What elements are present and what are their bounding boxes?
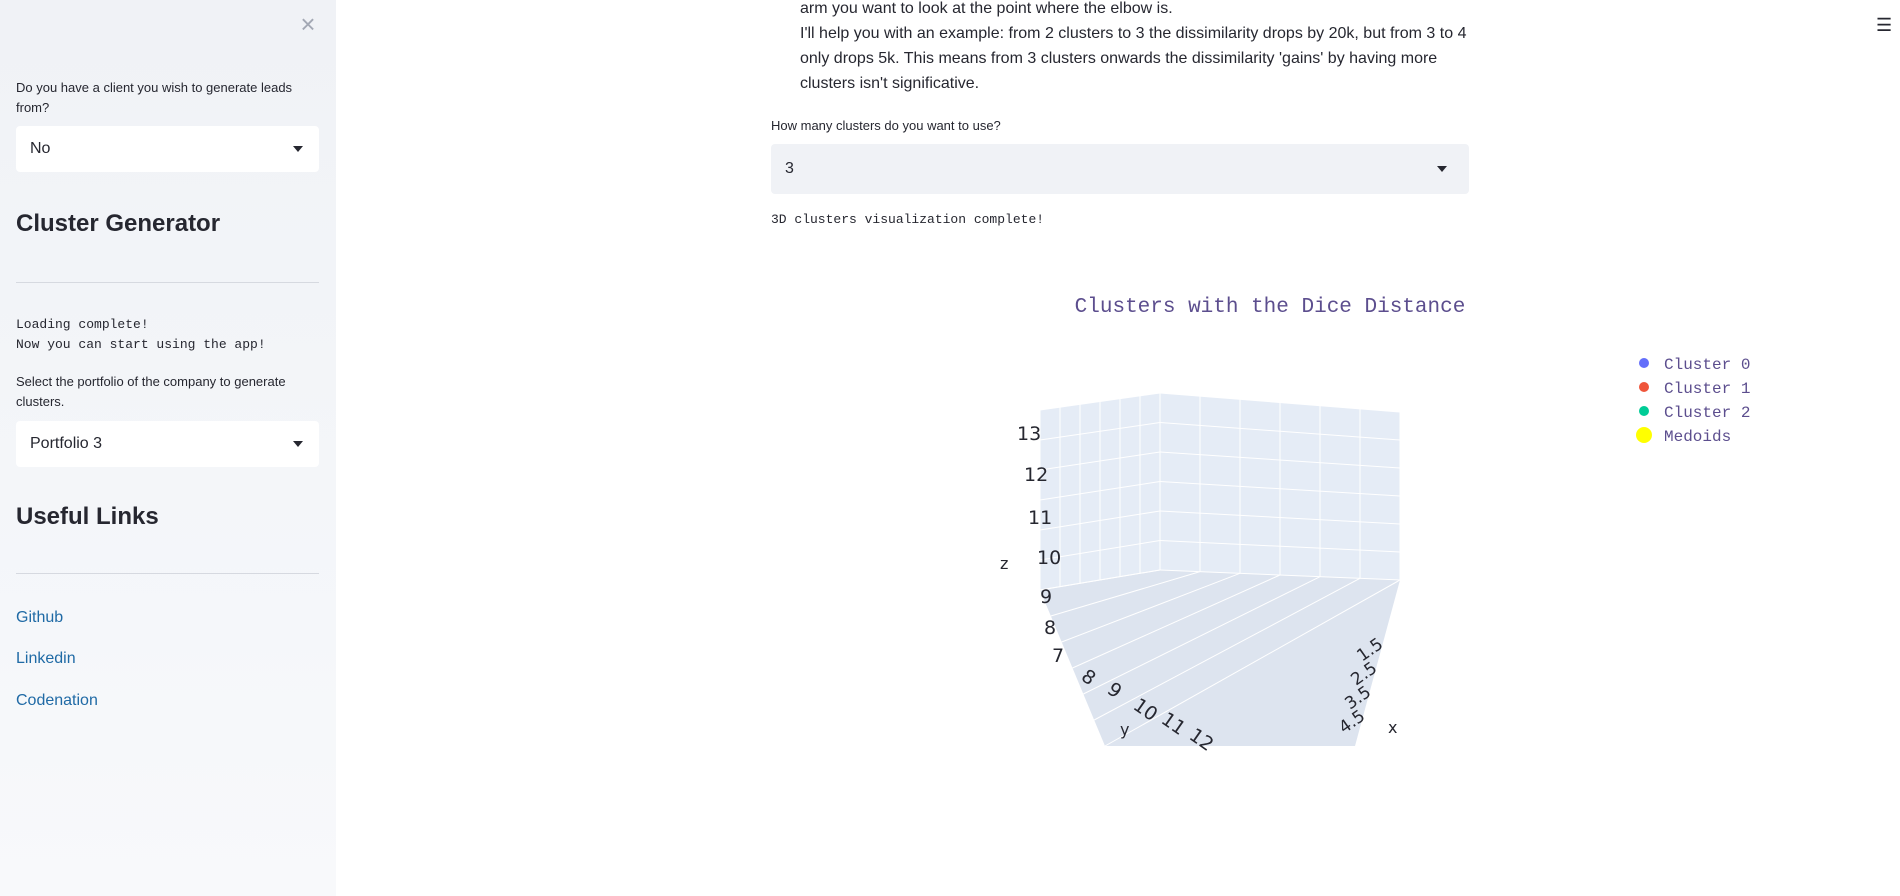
elbow-example-paragraph: I'll help you with an example: from 2 cl… [800,25,1467,92]
caret-down-icon [293,441,303,447]
client-question-label: Do you have a client you wish to generat… [16,80,293,115]
client-select-value: No [30,140,51,157]
elbow-text-line: arm you want to look at the point where … [800,0,1173,17]
hamburger-menu-icon[interactable]: ☰ [1876,16,1892,34]
z-tick-label: 12 [1024,464,1048,486]
z-axis-title: z [1000,554,1008,573]
caret-down-icon [293,146,303,152]
y-axis-title: y [1120,720,1129,739]
scene-panes [1040,393,1400,746]
x-axis-title: x [1388,718,1397,737]
divider [16,282,319,283]
legend-label[interactable]: Medoids [1664,428,1731,446]
z-tick-label: 7 [1052,645,1064,667]
github-link[interactable]: Github [16,609,63,627]
portfolio-select-value: Portfolio 3 [30,435,103,452]
useful-links-heading: Useful Links [16,503,159,530]
cluster-3d-scatter-chart[interactable]: Clusters with the Dice Distance 13 12 11… [960,270,1820,760]
legend-label[interactable]: Cluster 2 [1664,404,1750,422]
sidebar: × Do you have a client you wish to gener… [0,0,336,896]
portfolio-question-label: Select the portfolio of the company to g… [16,374,286,409]
close-sidebar-icon[interactable]: × [298,11,318,37]
legend[interactable]: Cluster 0 Cluster 1 Cluster 2 Medoids [1636,356,1750,446]
client-select[interactable]: No [16,126,319,172]
z-tick-label: 11 [1028,507,1052,529]
loading-status: Loading complete! Now you can start usin… [16,317,266,352]
chart-title: Clusters with the Dice Distance [1075,296,1466,319]
legend-label[interactable]: Cluster 0 [1664,356,1750,374]
z-tick-label: 13 [1017,423,1041,445]
legend-marker-cluster-0 [1639,358,1649,368]
clusters-select-value: 3 [785,160,794,177]
legend-label[interactable]: Cluster 1 [1664,380,1750,398]
z-tick-label: 8 [1044,617,1056,639]
codenation-link[interactable]: Codenation [16,692,98,710]
legend-marker-cluster-2 [1639,406,1649,416]
legend-marker-medoids [1636,427,1652,443]
divider [16,573,319,574]
z-tick-label: 9 [1040,586,1052,608]
caret-down-icon [1437,166,1447,172]
cluster-generator-heading: Cluster Generator [16,210,221,237]
visualization-status: 3D clusters visualization complete! [771,212,1045,227]
portfolio-select[interactable]: Portfolio 3 [16,421,319,467]
linkedin-link[interactable]: Linkedin [16,650,76,668]
z-tick-label: 10 [1037,547,1061,569]
clusters-question-label: How many clusters do you want to use? [771,118,1001,133]
legend-marker-cluster-1 [1639,382,1649,392]
clusters-select[interactable]: 3 [771,144,1469,194]
